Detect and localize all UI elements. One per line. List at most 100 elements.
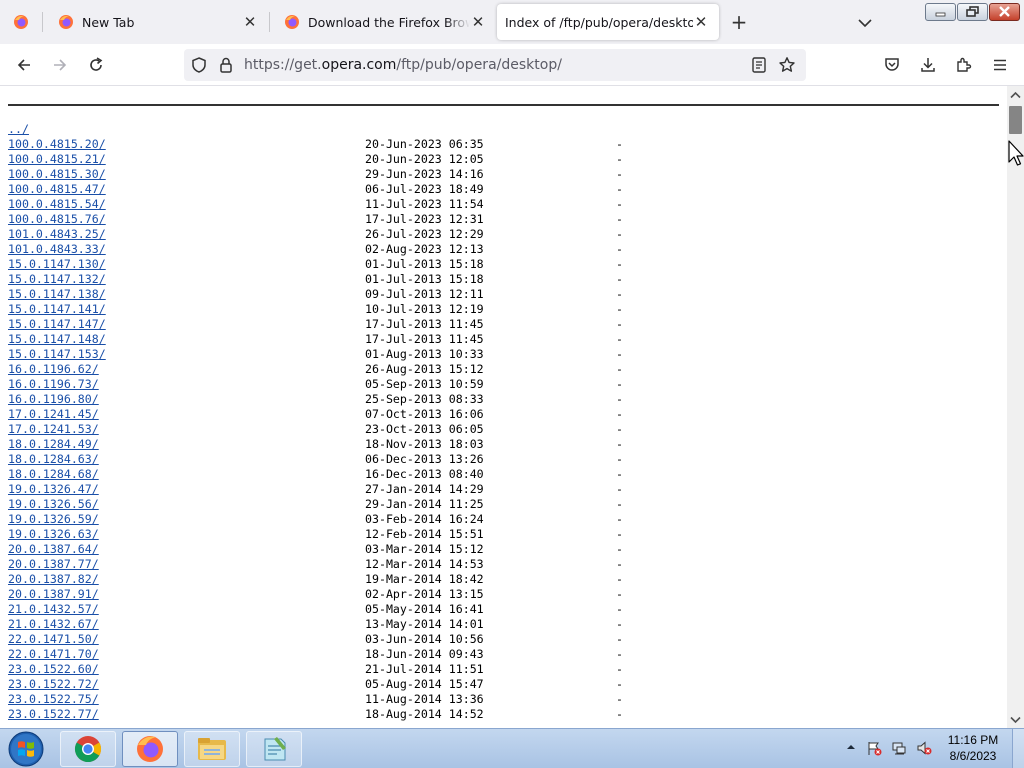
scroll-up-button[interactable]: [1007, 86, 1024, 103]
show-desktop-button[interactable]: [1012, 729, 1024, 768]
file-size: -: [616, 452, 623, 466]
directory-link[interactable]: 17.0.1241.45/: [8, 407, 99, 422]
reader-view-icon[interactable]: [750, 56, 768, 74]
extensions-button[interactable]: [952, 53, 976, 77]
tab-download-firefox[interactable]: Download the Firefox Browser in English …: [270, 0, 496, 44]
directory-link[interactable]: 20.0.1387.82/: [8, 572, 99, 587]
directory-link[interactable]: 100.0.4815.76/: [8, 212, 106, 227]
download-icon: [921, 58, 935, 72]
directory-link[interactable]: 16.0.1196.80/: [8, 392, 99, 407]
close-icon[interactable]: ✕: [693, 14, 709, 30]
url-host: opera.com: [321, 57, 397, 73]
parent-directory-link[interactable]: ../: [8, 122, 29, 137]
directory-link[interactable]: 18.0.1284.49/: [8, 437, 99, 452]
back-button[interactable]: [12, 53, 36, 77]
directory-link[interactable]: 16.0.1196.73/: [8, 377, 99, 392]
directory-link[interactable]: 15.0.1147.141/: [8, 302, 106, 317]
system-clock[interactable]: 11:16 PM 8/6/2023: [940, 732, 1006, 764]
directory-link[interactable]: 100.0.4815.30/: [8, 167, 106, 182]
pocket-button[interactable]: [880, 53, 904, 77]
show-hidden-icons-icon[interactable]: [845, 741, 857, 753]
directory-link[interactable]: 15.0.1147.130/: [8, 257, 106, 272]
tab-separator: [42, 12, 43, 32]
scroll-down-button[interactable]: [1007, 711, 1024, 728]
arrow-left-icon: [17, 59, 30, 71]
directory-link[interactable]: 16.0.1196.62/: [8, 362, 99, 377]
directory-link[interactable]: 100.0.4815.20/: [8, 137, 106, 152]
directory-link[interactable]: 19.0.1326.56/: [8, 497, 99, 512]
directory-link[interactable]: 23.0.1522.75/: [8, 692, 99, 707]
minimize-button[interactable]: [925, 3, 956, 21]
listing-row: 100.0.4815.54/11-Jul-2023 11:54 -: [8, 197, 623, 212]
taskbar-file-explorer[interactable]: [184, 731, 240, 767]
bookmark-star-icon[interactable]: [778, 56, 796, 74]
directory-link[interactable]: 100.0.4815.54/: [8, 197, 106, 212]
url-text[interactable]: https://get.opera.com/ftp/pub/opera/desk…: [244, 49, 562, 81]
directory-link[interactable]: 18.0.1284.68/: [8, 467, 99, 482]
taskbar-firefox[interactable]: [122, 731, 178, 767]
directory-link[interactable]: 19.0.1326.63/: [8, 527, 99, 542]
directory-link[interactable]: 15.0.1147.148/: [8, 332, 106, 347]
directory-link[interactable]: 100.0.4815.21/: [8, 152, 106, 167]
directory-link[interactable]: 15.0.1147.138/: [8, 287, 106, 302]
modified-date: 01-Jul-2013 15:18: [365, 272, 484, 286]
listing-row: 20.0.1387.77/12-Mar-2014 14:53 -: [8, 557, 623, 572]
forward-button[interactable]: [48, 53, 72, 77]
new-tab-button[interactable]: +: [728, 12, 750, 34]
list-all-tabs-button[interactable]: [854, 12, 876, 34]
directory-link[interactable]: 15.0.1147.153/: [8, 347, 106, 362]
vertical-scrollbar[interactable]: [1007, 86, 1024, 728]
directory-link[interactable]: 21.0.1432.67/: [8, 617, 99, 632]
directory-link[interactable]: 19.0.1326.47/: [8, 482, 99, 497]
volume-muted-icon[interactable]: [916, 740, 932, 756]
file-size: -: [616, 392, 623, 406]
directory-link[interactable]: 20.0.1387.91/: [8, 587, 99, 602]
directory-link[interactable]: 15.0.1147.132/: [8, 272, 106, 287]
taskbar-chrome[interactable]: [60, 731, 116, 767]
file-size: -: [616, 212, 623, 226]
modified-date: 10-Jul-2013 12:19: [365, 302, 484, 316]
directory-link[interactable]: 19.0.1326.59/: [8, 512, 99, 527]
directory-link[interactable]: 100.0.4815.47/: [8, 182, 106, 197]
directory-link[interactable]: 21.0.1432.57/: [8, 602, 99, 617]
directory-link[interactable]: 101.0.4843.33/: [8, 242, 106, 257]
file-size: -: [616, 227, 623, 241]
app-menu-button[interactable]: [988, 53, 1012, 77]
directory-link[interactable]: 17.0.1241.53/: [8, 422, 99, 437]
firefox-view-button[interactable]: [0, 0, 42, 44]
action-center-flag-icon[interactable]: [866, 740, 882, 756]
firefox-icon: [137, 736, 163, 762]
scrollbar-thumb[interactable]: [1009, 106, 1022, 134]
directory-link[interactable]: 23.0.1522.72/: [8, 677, 99, 692]
modified-date: 17-Jul-2013 11:45: [365, 317, 484, 331]
modified-date: 20-Jun-2023 12:05: [365, 152, 484, 166]
file-size: -: [616, 677, 623, 691]
directory-link[interactable]: 101.0.4843.25/: [8, 227, 106, 242]
directory-link[interactable]: 23.0.1522.77/: [8, 707, 99, 722]
directory-link[interactable]: 15.0.1147.147/: [8, 317, 106, 332]
lock-icon[interactable]: [218, 56, 234, 74]
windows-logo-icon: [8, 731, 44, 767]
shield-icon[interactable]: [190, 56, 208, 74]
url-bar[interactable]: https://get.opera.com/ftp/pub/opera/desk…: [184, 49, 806, 81]
downloads-button[interactable]: [916, 53, 940, 77]
modified-date: 29-Jun-2023 14:16: [365, 167, 484, 181]
reload-button[interactable]: [84, 53, 108, 77]
close-icon[interactable]: ✕: [470, 14, 486, 30]
directory-link[interactable]: 22.0.1471.50/: [8, 632, 99, 647]
directory-link[interactable]: 22.0.1471.70/: [8, 647, 99, 662]
close-icon[interactable]: ✕: [242, 14, 258, 30]
directory-link[interactable]: 23.0.1522.60/: [8, 662, 99, 677]
restore-button[interactable]: [957, 3, 988, 21]
directory-link[interactable]: 20.0.1387.64/: [8, 542, 99, 557]
start-button[interactable]: [4, 730, 48, 768]
file-size: -: [616, 512, 623, 526]
directory-link[interactable]: 18.0.1284.63/: [8, 452, 99, 467]
directory-link[interactable]: 20.0.1387.77/: [8, 557, 99, 572]
tab-opera-index[interactable]: Index of /ftp/pub/opera/desktop/ ✕: [497, 4, 719, 40]
taskbar-notepad[interactable]: [246, 731, 302, 767]
tab-new-tab[interactable]: New Tab ✕: [44, 0, 268, 44]
file-size: -: [616, 257, 623, 271]
close-window-button[interactable]: [989, 3, 1020, 21]
network-icon[interactable]: [891, 740, 907, 756]
